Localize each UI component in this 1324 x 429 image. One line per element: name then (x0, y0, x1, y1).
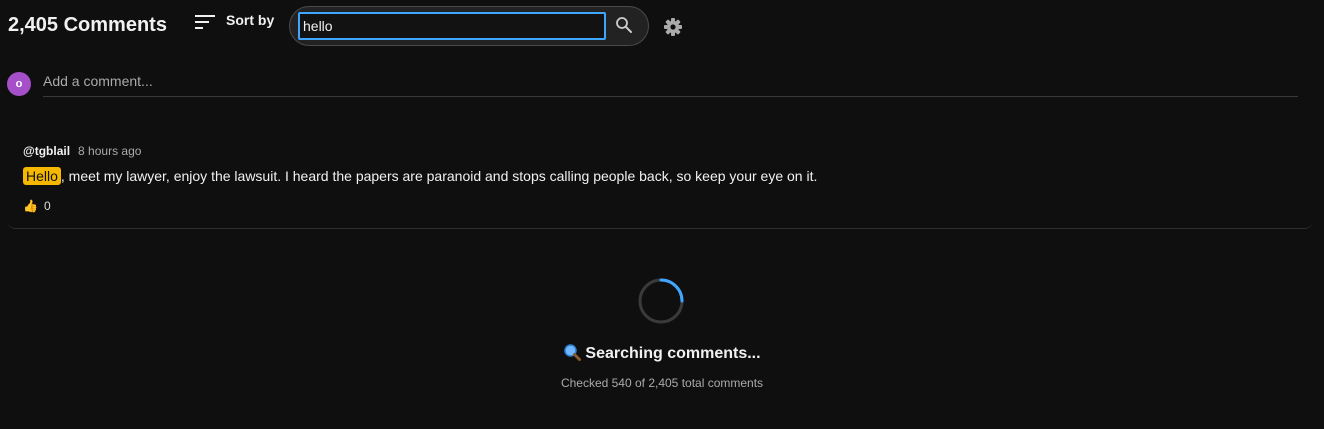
add-comment-row: o Add a comment... (7, 70, 1298, 100)
comment-text-rest: , meet my lawyer, enjoy the lawsuit. I h… (60, 168, 818, 184)
comment-text: Hello, meet my lawyer, enjoy the lawsuit… (23, 167, 818, 185)
loading-spinner-icon (638, 278, 684, 324)
search-icon (615, 16, 633, 39)
comment-count: 2,405 Comments (8, 14, 167, 36)
add-comment-input[interactable]: Add a comment... (43, 70, 1298, 97)
comment-meta: @tgblail 8 hours ago (23, 144, 141, 158)
search-input[interactable] (298, 12, 606, 40)
searching-status: Searching comments... (0, 343, 1324, 363)
gear-icon (662, 18, 684, 42)
magnifier-icon (563, 343, 582, 361)
like-button[interactable]: 👍 0 (23, 199, 51, 213)
search-button[interactable] (610, 13, 638, 41)
search-progress-text: Checked 540 of 2,405 total comments (560, 376, 764, 390)
sort-by-button[interactable]: Sort by (194, 12, 274, 32)
avatar: o (7, 72, 31, 96)
comment-author[interactable]: @tgblail (23, 144, 70, 158)
search-match-highlight: Hello (23, 167, 61, 185)
settings-button[interactable] (662, 16, 684, 38)
comment-card: @tgblail 8 hours ago Hello, meet my lawy… (7, 128, 1313, 229)
sort-icon (194, 12, 216, 32)
comment-search-box (289, 6, 649, 46)
searching-status-text: Searching comments... (585, 345, 761, 362)
sort-by-label: Sort by (226, 12, 275, 28)
comment-timestamp[interactable]: 8 hours ago (78, 144, 141, 158)
comments-header: 2,405 Comments Sort by (0, 0, 1324, 56)
thumbs-up-icon: 👍 (23, 199, 38, 213)
like-count: 0 (43, 199, 51, 213)
